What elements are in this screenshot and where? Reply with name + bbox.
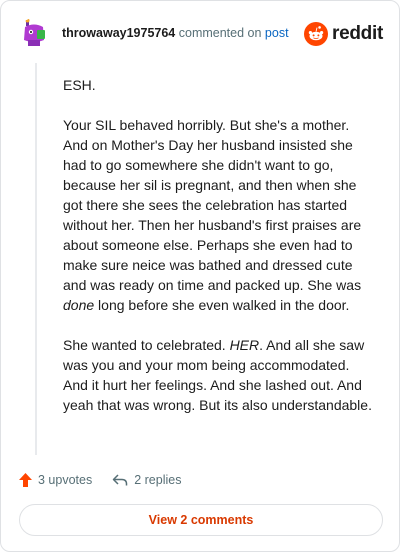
upvote-arrow-icon [19, 473, 32, 487]
upvote-count: 3 upvotes [38, 473, 93, 487]
thread-line[interactable] [35, 63, 37, 455]
comment-text: ESH. [63, 77, 96, 93]
replies-count: 2 replies [134, 473, 182, 487]
emphasized-text: done [63, 297, 95, 313]
comment-text: long before she even walked in the door. [94, 297, 350, 313]
comment-paragraph: She wanted to celebrated. HER. And all s… [63, 335, 373, 415]
emphasized-text: HER [229, 337, 260, 353]
comment-meta: throwaway1975764 commented on post [62, 26, 289, 40]
comment-header: throwaway1975764 commented on post reddi… [19, 18, 383, 52]
reddit-snoo-icon [304, 22, 329, 46]
comment-card: throwaway1975764 commented on post reddi… [0, 0, 400, 552]
reddit-logo[interactable]: reddit [304, 22, 383, 46]
comment-text: She wanted to celebrated. [63, 337, 230, 353]
username[interactable]: throwaway1975764 [62, 26, 175, 40]
comment-paragraph: Your SIL behaved horribly. But she's a m… [63, 115, 373, 315]
replies-button[interactable]: 2 replies [112, 473, 181, 487]
comment-text: Your SIL behaved horribly. But she's a m… [63, 117, 362, 293]
action-text: commented on [178, 26, 262, 40]
comment-body: ESH. Your SIL behaved horribly. But she's… [63, 75, 373, 435]
comment-actions: 3 upvotes 2 replies [19, 469, 181, 491]
reddit-wordmark: reddit [332, 23, 383, 44]
avatar-image [19, 18, 49, 48]
upvote-button[interactable]: 3 upvotes [19, 473, 92, 487]
reply-arrow-icon [112, 474, 128, 486]
view-comments-button[interactable]: View 2 comments [19, 504, 383, 536]
post-link[interactable]: post [265, 26, 289, 40]
comment-paragraph: ESH. [63, 75, 373, 95]
avatar[interactable] [19, 18, 49, 48]
